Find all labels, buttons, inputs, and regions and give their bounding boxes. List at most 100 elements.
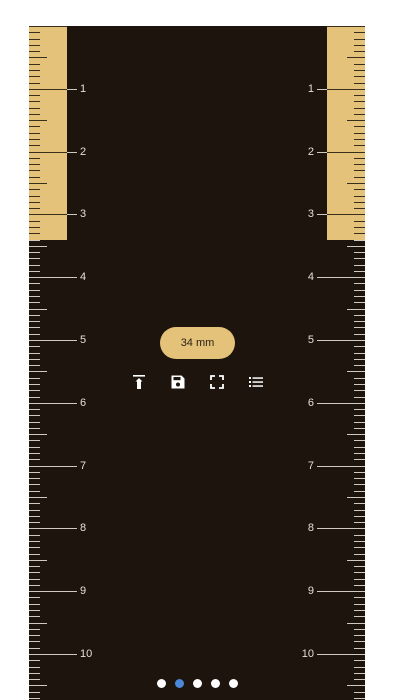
page-dot[interactable] — [156, 679, 166, 688]
mm-tick — [354, 158, 365, 159]
mm-tick — [354, 296, 365, 297]
mm-tick — [29, 271, 40, 272]
mm-tick — [29, 510, 40, 511]
left-ruler[interactable] — [29, 26, 67, 700]
save-button[interactable] — [167, 371, 189, 393]
mm-tick — [29, 189, 40, 190]
right-ruler[interactable] — [327, 26, 365, 700]
cm-label-left: 6 — [80, 397, 87, 409]
mm-tick — [29, 597, 40, 598]
cm-tick — [29, 152, 67, 153]
mm-tick — [354, 327, 365, 328]
mm-tick — [29, 604, 40, 605]
mm-tick — [29, 478, 40, 479]
mm-tick — [354, 252, 365, 253]
cm-tick — [29, 654, 67, 655]
save-icon — [170, 374, 186, 390]
mm-tick — [347, 371, 365, 372]
mm-tick — [354, 604, 365, 605]
mm-tick — [29, 265, 40, 266]
mm-tick — [354, 572, 365, 573]
mm-tick — [29, 384, 40, 385]
mm-tick — [29, 290, 40, 291]
cm-tick-extension — [67, 340, 77, 341]
mm-tick — [29, 629, 40, 630]
mm-tick — [354, 265, 365, 266]
mm-tick — [354, 610, 365, 611]
cm-tick-extension — [317, 466, 327, 467]
mm-tick — [29, 258, 40, 259]
align-top-icon — [131, 374, 147, 390]
mm-tick — [354, 83, 365, 84]
mm-tick — [354, 95, 365, 96]
mm-tick — [29, 447, 40, 448]
page-dot[interactable] — [192, 679, 202, 688]
mm-tick — [354, 397, 365, 398]
mm-tick — [29, 547, 40, 548]
mm-tick — [29, 579, 40, 580]
mm-tick — [347, 183, 365, 184]
cm-label-left: 2 — [80, 146, 87, 158]
mm-tick — [29, 64, 40, 65]
mm-tick — [29, 667, 40, 668]
mm-tick — [354, 472, 365, 473]
cm-label-right: 7 — [307, 460, 314, 472]
measurement-badge[interactable]: 34 mm — [160, 327, 235, 359]
mm-tick — [29, 227, 40, 228]
list-button[interactable] — [245, 371, 267, 393]
mm-tick — [354, 202, 365, 203]
mm-tick — [29, 196, 40, 197]
cm-label-left: 4 — [80, 271, 87, 283]
cm-tick — [327, 528, 365, 529]
mm-tick — [29, 692, 40, 693]
mm-tick — [354, 453, 365, 454]
cm-tick-extension — [67, 654, 77, 655]
mm-tick — [354, 177, 365, 178]
mm-tick — [354, 384, 365, 385]
mm-tick — [354, 283, 365, 284]
cm-label-left: 1 — [80, 83, 87, 95]
mm-tick — [354, 447, 365, 448]
page-dot[interactable] — [210, 679, 220, 688]
page-dot[interactable] — [174, 679, 184, 688]
mm-tick — [29, 610, 40, 611]
mm-tick — [354, 145, 365, 146]
mm-tick — [29, 428, 40, 429]
fullscreen-button[interactable] — [206, 371, 228, 393]
mm-tick — [354, 51, 365, 52]
mm-tick — [354, 302, 365, 303]
mm-tick — [29, 321, 40, 322]
page-dot[interactable] — [228, 679, 238, 688]
mm-tick — [354, 673, 365, 674]
mm-tick — [354, 315, 365, 316]
cm-label-right: 9 — [307, 585, 314, 597]
mm-tick — [29, 327, 40, 328]
mm-tick — [354, 641, 365, 642]
mm-tick — [354, 365, 365, 366]
cm-label-left: 7 — [80, 460, 87, 472]
mm-tick — [29, 491, 40, 492]
cm-tick-extension — [317, 528, 327, 529]
list-icon — [248, 374, 264, 390]
mm-tick — [29, 522, 40, 523]
mm-tick — [29, 415, 40, 416]
mm-tick — [29, 516, 40, 517]
mm-tick — [354, 32, 365, 33]
mm-tick — [354, 346, 365, 347]
mm-tick — [354, 535, 365, 536]
mm-tick — [29, 616, 40, 617]
mm-tick — [29, 497, 47, 498]
mm-tick — [347, 623, 365, 624]
mm-tick — [354, 585, 365, 586]
mm-tick — [29, 560, 47, 561]
cm-label-left: 10 — [80, 648, 93, 660]
mm-tick — [354, 579, 365, 580]
mm-tick — [29, 422, 40, 423]
mm-tick — [29, 503, 40, 504]
cm-label-right: 4 — [307, 271, 314, 283]
cm-tick-extension — [317, 277, 327, 278]
align-top-button[interactable] — [128, 371, 150, 393]
mm-tick — [354, 114, 365, 115]
mm-tick — [354, 510, 365, 511]
mm-tick — [354, 290, 365, 291]
